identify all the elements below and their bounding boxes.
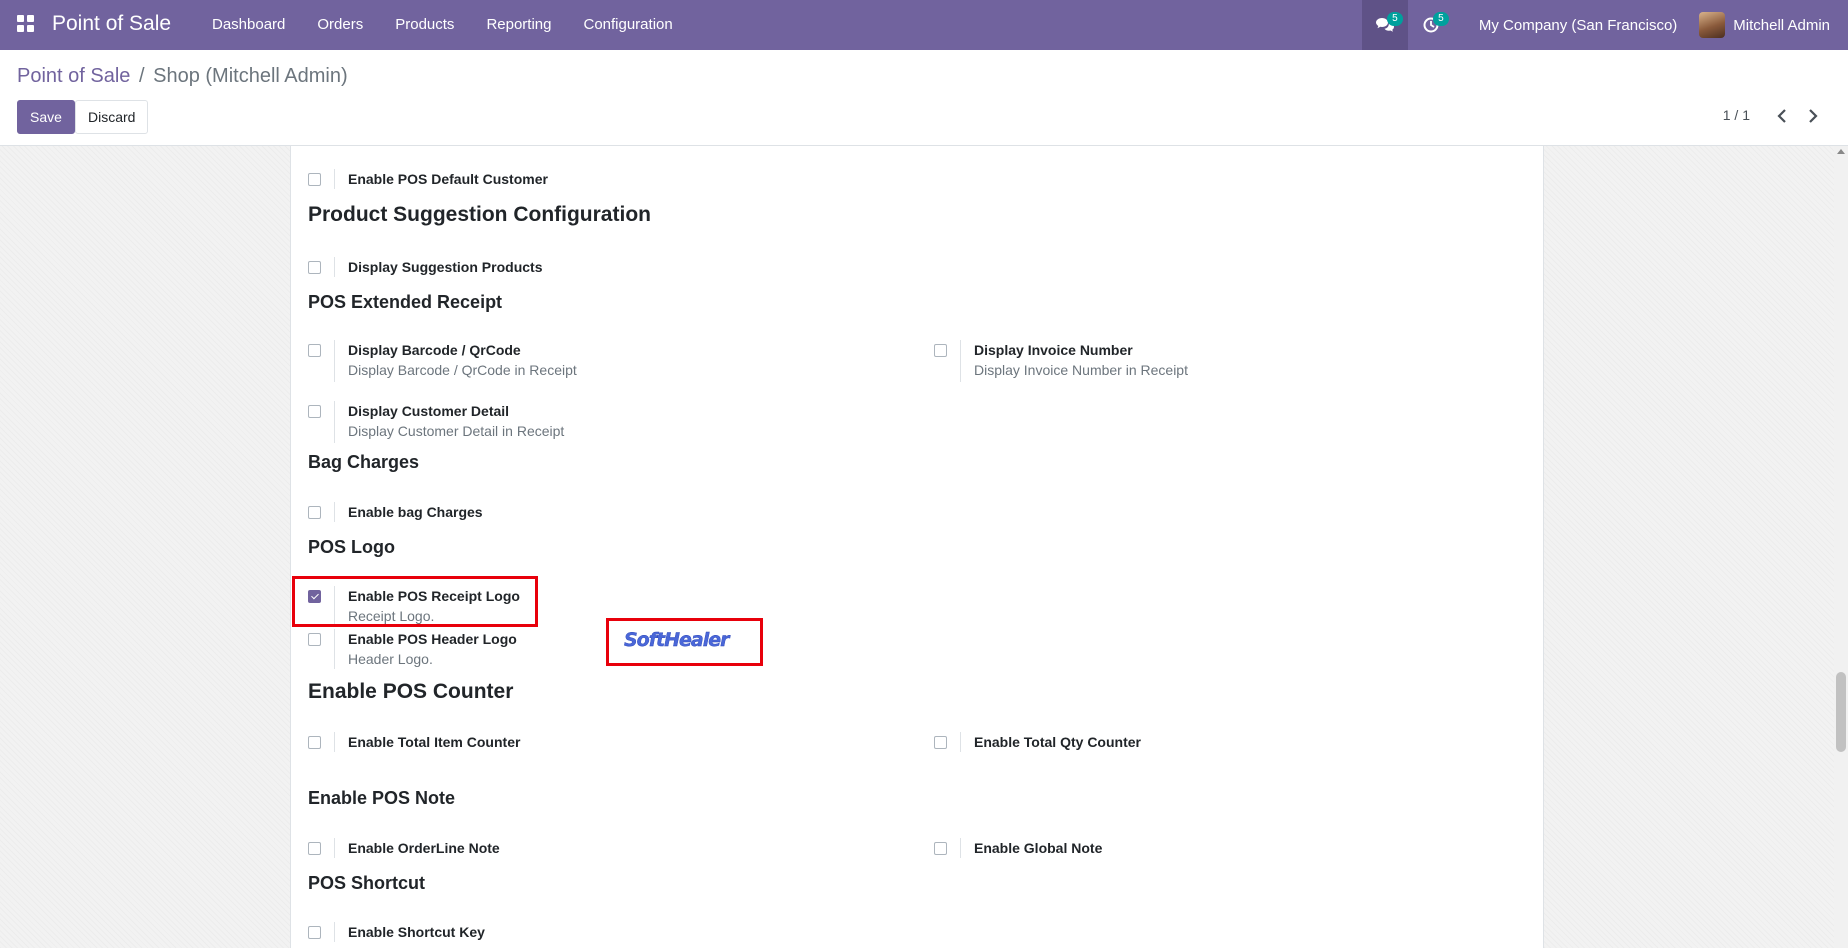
- shortcut-key-checkbox[interactable]: [308, 926, 321, 939]
- menu-configuration[interactable]: Configuration: [567, 0, 688, 50]
- chevron-right-icon: [1809, 109, 1818, 123]
- scrollbar-thumb[interactable]: [1836, 672, 1846, 752]
- app-brand[interactable]: Point of Sale: [52, 12, 171, 36]
- avatar: [1699, 12, 1726, 38]
- section-title-pos-counter: Enable POS Counter: [308, 680, 514, 703]
- invoice-number-checkbox[interactable]: [934, 344, 947, 357]
- default-customer-label: Enable POS Default Customer: [348, 171, 548, 187]
- section-title-pos-shortcut: POS Shortcut: [308, 873, 426, 893]
- control-panel: Point of Sale / Shop (Mitchell Admin) Sa…: [0, 50, 1848, 146]
- messages-count-badge: 5: [1386, 12, 1403, 26]
- highlight-box-receipt-logo: [292, 576, 538, 627]
- menu-orders[interactable]: Orders: [301, 0, 379, 50]
- breadcrumb: Point of Sale / Shop (Mitchell Admin): [17, 65, 348, 88]
- barcode-label: Display Barcode / QrCode: [348, 342, 521, 358]
- menu-products[interactable]: Products: [379, 0, 470, 50]
- invoice-number-help: Display Invoice Number in Receipt: [974, 362, 1188, 378]
- messages-button[interactable]: 5: [1361, 0, 1408, 50]
- divider: [960, 340, 961, 382]
- display-suggestion-label: Display Suggestion Products: [348, 259, 543, 275]
- divider: [334, 340, 335, 382]
- main-menu: Dashboard Orders Products Reporting Conf…: [196, 0, 689, 50]
- orderline-note-label: Enable OrderLine Note: [348, 840, 500, 856]
- apps-menu-icon[interactable]: [17, 15, 35, 33]
- total-qty-counter-checkbox[interactable]: [934, 736, 947, 749]
- header-logo-checkbox[interactable]: [308, 633, 321, 646]
- bag-charges-label: Enable bag Charges: [348, 504, 483, 520]
- default-customer-checkbox[interactable]: [308, 173, 321, 186]
- divider: [960, 838, 961, 858]
- section-title-pos-note: Enable POS Note: [308, 788, 456, 808]
- orderline-note-checkbox[interactable]: [308, 842, 321, 855]
- scroll-up-arrow-icon[interactable]: [1837, 149, 1845, 154]
- activities-button[interactable]: 5: [1408, 0, 1454, 50]
- invoice-number-label: Display Invoice Number: [974, 342, 1133, 358]
- divider: [334, 401, 335, 443]
- display-suggestion-checkbox[interactable]: [308, 261, 321, 274]
- shortcut-key-label: Enable Shortcut Key: [348, 924, 485, 940]
- section-title-extended-receipt: POS Extended Receipt: [308, 292, 503, 312]
- divider: [334, 838, 335, 858]
- pager-previous-button[interactable]: [1770, 102, 1794, 130]
- total-item-counter-checkbox[interactable]: [308, 736, 321, 749]
- pager-value[interactable]: 1 / 1: [1723, 107, 1750, 123]
- section-title-bag-charges: Bag Charges: [308, 452, 420, 472]
- barcode-checkbox[interactable]: [308, 344, 321, 357]
- customer-detail-label: Display Customer Detail: [348, 403, 510, 419]
- divider: [334, 257, 335, 277]
- divider: [960, 732, 961, 752]
- global-note-checkbox[interactable]: [934, 842, 947, 855]
- discard-button[interactable]: Discard: [75, 100, 149, 134]
- breadcrumb-separator: /: [138, 65, 145, 87]
- barcode-help: Display Barcode / QrCode in Receipt: [348, 362, 577, 378]
- breadcrumb-parent-link[interactable]: Point of Sale: [17, 65, 130, 87]
- user-name: Mitchell Admin: [1733, 16, 1830, 34]
- page-scrollbar[interactable]: [1834, 146, 1848, 948]
- top-navbar: Point of Sale Dashboard Orders Products …: [0, 0, 1848, 50]
- pager-next-button[interactable]: [1801, 102, 1825, 130]
- total-qty-counter-label: Enable Total Qty Counter: [974, 734, 1141, 750]
- chevron-left-icon: [1777, 109, 1786, 123]
- menu-dashboard[interactable]: Dashboard: [196, 0, 301, 50]
- user-menu[interactable]: Mitchell Admin: [1699, 12, 1848, 38]
- header-logo-label: Enable POS Header Logo: [348, 631, 517, 647]
- customer-detail-help: Display Customer Detail in Receipt: [348, 423, 565, 439]
- global-note-label: Enable Global Note: [974, 840, 1103, 856]
- save-button[interactable]: Save: [17, 100, 75, 134]
- section-title-product-suggestion: Product Suggestion Configuration: [308, 203, 651, 226]
- divider: [334, 502, 335, 522]
- total-item-counter-label: Enable Total Item Counter: [348, 734, 521, 750]
- divider: [334, 629, 335, 669]
- header-logo-help: Header Logo.: [348, 651, 433, 667]
- breadcrumb-current: Shop (Mitchell Admin): [153, 65, 348, 87]
- highlight-box-logo-image: [606, 618, 763, 666]
- customer-detail-checkbox[interactable]: [308, 405, 321, 418]
- bag-charges-checkbox[interactable]: [308, 506, 321, 519]
- activities-count-badge: 5: [1432, 12, 1449, 26]
- company-switcher[interactable]: My Company (San Francisco): [1454, 17, 1699, 34]
- divider: [334, 732, 335, 752]
- systray: 5 5 My Company (San Francisco) Mitchell …: [1361, 0, 1848, 50]
- divider: [334, 169, 335, 189]
- section-title-pos-logo: POS Logo: [308, 537, 395, 557]
- menu-reporting[interactable]: Reporting: [470, 0, 567, 50]
- divider: [334, 922, 335, 942]
